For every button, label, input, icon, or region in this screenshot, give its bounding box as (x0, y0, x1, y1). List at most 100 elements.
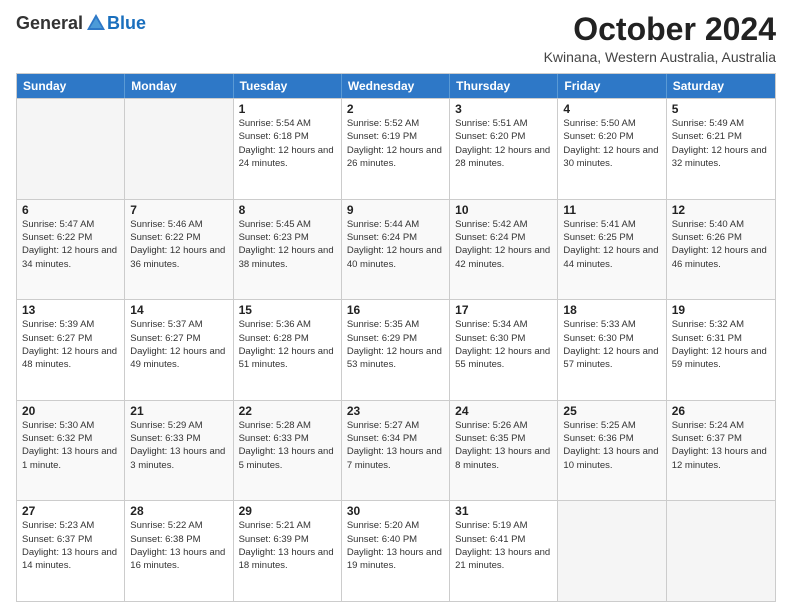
calendar-cell: 6Sunrise: 5:47 AM Sunset: 6:22 PM Daylig… (17, 200, 125, 300)
calendar-cell: 30Sunrise: 5:20 AM Sunset: 6:40 PM Dayli… (342, 501, 450, 601)
day-info: Sunrise: 5:42 AM Sunset: 6:24 PM Dayligh… (455, 218, 552, 271)
calendar-cell: 9Sunrise: 5:44 AM Sunset: 6:24 PM Daylig… (342, 200, 450, 300)
day-info: Sunrise: 5:39 AM Sunset: 6:27 PM Dayligh… (22, 318, 119, 371)
calendar-header-cell: Thursday (450, 74, 558, 98)
calendar-cell: 10Sunrise: 5:42 AM Sunset: 6:24 PM Dayli… (450, 200, 558, 300)
day-number: 11 (563, 203, 660, 217)
logo-area: General Blue (16, 12, 146, 34)
day-info: Sunrise: 5:49 AM Sunset: 6:21 PM Dayligh… (672, 117, 770, 170)
calendar-cell: 27Sunrise: 5:23 AM Sunset: 6:37 PM Dayli… (17, 501, 125, 601)
day-info: Sunrise: 5:37 AM Sunset: 6:27 PM Dayligh… (130, 318, 227, 371)
calendar-cell: 18Sunrise: 5:33 AM Sunset: 6:30 PM Dayli… (558, 300, 666, 400)
day-info: Sunrise: 5:35 AM Sunset: 6:29 PM Dayligh… (347, 318, 444, 371)
calendar-cell: 23Sunrise: 5:27 AM Sunset: 6:34 PM Dayli… (342, 401, 450, 501)
calendar-body: 1Sunrise: 5:54 AM Sunset: 6:18 PM Daylig… (17, 98, 775, 601)
day-number: 2 (347, 102, 444, 116)
day-number: 25 (563, 404, 660, 418)
calendar-cell: 3Sunrise: 5:51 AM Sunset: 6:20 PM Daylig… (450, 99, 558, 199)
day-number: 10 (455, 203, 552, 217)
day-number: 31 (455, 504, 552, 518)
calendar-cell: 8Sunrise: 5:45 AM Sunset: 6:23 PM Daylig… (234, 200, 342, 300)
day-info: Sunrise: 5:22 AM Sunset: 6:38 PM Dayligh… (130, 519, 227, 572)
day-info: Sunrise: 5:52 AM Sunset: 6:19 PM Dayligh… (347, 117, 444, 170)
calendar-cell: 21Sunrise: 5:29 AM Sunset: 6:33 PM Dayli… (125, 401, 233, 501)
calendar-row: 1Sunrise: 5:54 AM Sunset: 6:18 PM Daylig… (17, 98, 775, 199)
day-info: Sunrise: 5:50 AM Sunset: 6:20 PM Dayligh… (563, 117, 660, 170)
day-info: Sunrise: 5:33 AM Sunset: 6:30 PM Dayligh… (563, 318, 660, 371)
calendar-header-cell: Wednesday (342, 74, 450, 98)
day-info: Sunrise: 5:44 AM Sunset: 6:24 PM Dayligh… (347, 218, 444, 271)
day-number: 4 (563, 102, 660, 116)
day-number: 9 (347, 203, 444, 217)
day-number: 1 (239, 102, 336, 116)
calendar-cell: 22Sunrise: 5:28 AM Sunset: 6:33 PM Dayli… (234, 401, 342, 501)
day-info: Sunrise: 5:40 AM Sunset: 6:26 PM Dayligh… (672, 218, 770, 271)
day-info: Sunrise: 5:25 AM Sunset: 6:36 PM Dayligh… (563, 419, 660, 472)
calendar-cell: 24Sunrise: 5:26 AM Sunset: 6:35 PM Dayli… (450, 401, 558, 501)
day-info: Sunrise: 5:19 AM Sunset: 6:41 PM Dayligh… (455, 519, 552, 572)
day-info: Sunrise: 5:20 AM Sunset: 6:40 PM Dayligh… (347, 519, 444, 572)
calendar-cell: 14Sunrise: 5:37 AM Sunset: 6:27 PM Dayli… (125, 300, 233, 400)
day-number: 27 (22, 504, 119, 518)
calendar: SundayMondayTuesdayWednesdayThursdayFrid… (16, 73, 776, 602)
calendar-cell: 13Sunrise: 5:39 AM Sunset: 6:27 PM Dayli… (17, 300, 125, 400)
header: General Blue October 2024 Kwinana, Weste… (16, 12, 776, 65)
calendar-row: 20Sunrise: 5:30 AM Sunset: 6:32 PM Dayli… (17, 400, 775, 501)
day-number: 24 (455, 404, 552, 418)
logo-icon (85, 12, 107, 34)
day-info: Sunrise: 5:29 AM Sunset: 6:33 PM Dayligh… (130, 419, 227, 472)
title-area: October 2024 Kwinana, Western Australia,… (544, 12, 776, 65)
day-info: Sunrise: 5:47 AM Sunset: 6:22 PM Dayligh… (22, 218, 119, 271)
day-number: 16 (347, 303, 444, 317)
calendar-header-cell: Friday (558, 74, 666, 98)
day-info: Sunrise: 5:21 AM Sunset: 6:39 PM Dayligh… (239, 519, 336, 572)
calendar-row: 6Sunrise: 5:47 AM Sunset: 6:22 PM Daylig… (17, 199, 775, 300)
calendar-header-cell: Tuesday (234, 74, 342, 98)
calendar-cell: 25Sunrise: 5:25 AM Sunset: 6:36 PM Dayli… (558, 401, 666, 501)
calendar-cell: 12Sunrise: 5:40 AM Sunset: 6:26 PM Dayli… (667, 200, 775, 300)
day-number: 5 (672, 102, 770, 116)
calendar-cell: 19Sunrise: 5:32 AM Sunset: 6:31 PM Dayli… (667, 300, 775, 400)
day-number: 28 (130, 504, 227, 518)
day-info: Sunrise: 5:36 AM Sunset: 6:28 PM Dayligh… (239, 318, 336, 371)
day-info: Sunrise: 5:30 AM Sunset: 6:32 PM Dayligh… (22, 419, 119, 472)
calendar-cell (125, 99, 233, 199)
day-number: 12 (672, 203, 770, 217)
day-info: Sunrise: 5:23 AM Sunset: 6:37 PM Dayligh… (22, 519, 119, 572)
calendar-cell: 1Sunrise: 5:54 AM Sunset: 6:18 PM Daylig… (234, 99, 342, 199)
day-number: 7 (130, 203, 227, 217)
logo-text: General Blue (16, 12, 146, 34)
day-number: 26 (672, 404, 770, 418)
day-number: 15 (239, 303, 336, 317)
day-info: Sunrise: 5:24 AM Sunset: 6:37 PM Dayligh… (672, 419, 770, 472)
calendar-row: 13Sunrise: 5:39 AM Sunset: 6:27 PM Dayli… (17, 299, 775, 400)
day-info: Sunrise: 5:34 AM Sunset: 6:30 PM Dayligh… (455, 318, 552, 371)
logo-blue: Blue (107, 13, 146, 34)
calendar-header-cell: Monday (125, 74, 233, 98)
day-info: Sunrise: 5:51 AM Sunset: 6:20 PM Dayligh… (455, 117, 552, 170)
subtitle: Kwinana, Western Australia, Australia (544, 49, 776, 65)
calendar-header-row: SundayMondayTuesdayWednesdayThursdayFrid… (17, 74, 775, 98)
day-info: Sunrise: 5:46 AM Sunset: 6:22 PM Dayligh… (130, 218, 227, 271)
calendar-cell: 29Sunrise: 5:21 AM Sunset: 6:39 PM Dayli… (234, 501, 342, 601)
day-number: 8 (239, 203, 336, 217)
calendar-cell: 2Sunrise: 5:52 AM Sunset: 6:19 PM Daylig… (342, 99, 450, 199)
day-number: 29 (239, 504, 336, 518)
day-number: 13 (22, 303, 119, 317)
day-info: Sunrise: 5:27 AM Sunset: 6:34 PM Dayligh… (347, 419, 444, 472)
calendar-cell: 16Sunrise: 5:35 AM Sunset: 6:29 PM Dayli… (342, 300, 450, 400)
day-number: 6 (22, 203, 119, 217)
day-info: Sunrise: 5:32 AM Sunset: 6:31 PM Dayligh… (672, 318, 770, 371)
day-number: 19 (672, 303, 770, 317)
calendar-cell: 4Sunrise: 5:50 AM Sunset: 6:20 PM Daylig… (558, 99, 666, 199)
day-number: 22 (239, 404, 336, 418)
page: General Blue October 2024 Kwinana, Weste… (0, 0, 792, 612)
calendar-cell: 15Sunrise: 5:36 AM Sunset: 6:28 PM Dayli… (234, 300, 342, 400)
calendar-cell (558, 501, 666, 601)
calendar-cell (17, 99, 125, 199)
day-info: Sunrise: 5:28 AM Sunset: 6:33 PM Dayligh… (239, 419, 336, 472)
day-number: 17 (455, 303, 552, 317)
calendar-cell: 20Sunrise: 5:30 AM Sunset: 6:32 PM Dayli… (17, 401, 125, 501)
logo-general: General (16, 13, 83, 34)
calendar-cell: 26Sunrise: 5:24 AM Sunset: 6:37 PM Dayli… (667, 401, 775, 501)
